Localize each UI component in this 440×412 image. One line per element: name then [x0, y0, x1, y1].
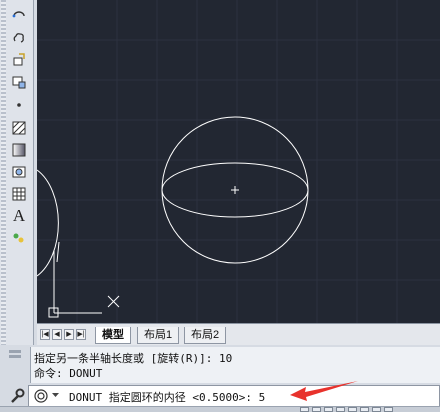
history-line: 命令: DONUT	[34, 367, 103, 380]
multiline-text-icon[interactable]: A	[9, 206, 29, 226]
add-selected-icon[interactable]	[9, 228, 29, 248]
layout-tab-bar: |◀ ◀ ▶ ▶| 模型 布局1 布局2	[37, 323, 440, 346]
partial-circle-inner[interactable]	[56, 241, 60, 263]
red-arrow-annotation	[290, 381, 358, 401]
status-toggle[interactable]	[360, 407, 369, 412]
chevron-down-icon[interactable]	[52, 393, 59, 398]
toolbar-grip[interactable]	[1, 0, 6, 345]
command-window-grip[interactable]	[8, 349, 22, 381]
ucs-icon	[48, 250, 120, 318]
tab-layout2[interactable]: 布局2	[184, 327, 227, 344]
make-block-icon[interactable]	[9, 72, 29, 92]
gradient-icon[interactable]	[9, 140, 29, 160]
point-icon[interactable]	[9, 94, 29, 114]
last-tab-button[interactable]: ▶|	[76, 329, 86, 340]
status-toggle[interactable]	[348, 407, 357, 412]
status-toggle[interactable]	[312, 407, 321, 412]
command-history: 指定另一条半轴长度或 [旋转(R)]: 10 命令: DONUT	[30, 347, 440, 383]
command-line-window: 指定另一条半轴长度或 [旋转(R)]: 10 命令: DONUT DONUT 指…	[0, 345, 440, 412]
status-toggle[interactable]	[336, 407, 345, 412]
first-tab-button[interactable]: |◀	[40, 329, 50, 340]
history-line: 指定另一条半轴长度或 [旋转(R)]: 10	[34, 352, 233, 365]
grid-lines	[37, 0, 440, 323]
status-toggle[interactable]	[384, 407, 393, 412]
status-toggle[interactable]	[300, 407, 309, 412]
region-icon[interactable]	[9, 162, 29, 182]
ellipse-arc-icon[interactable]	[9, 6, 29, 26]
autocad-window: A |◀ ◀ ▶ ▶| 模型 布局1 布局2 指定另一条半轴长度或 [旋转(R)…	[0, 0, 440, 412]
prev-tab-button[interactable]: ◀	[52, 329, 62, 340]
partial-circle[interactable]	[37, 169, 59, 277]
next-tab-button[interactable]: ▶	[64, 329, 74, 340]
status-toggle[interactable]	[324, 407, 333, 412]
command-prompt: DONUT 指定圆环的内径 <0.5000>: 5	[69, 391, 266, 404]
status-toggle[interactable]	[372, 407, 381, 412]
command-input[interactable]: DONUT 指定圆环的内径 <0.5000>: 5	[28, 385, 440, 407]
revision-cloud-icon[interactable]	[9, 28, 29, 48]
insert-block-icon[interactable]	[9, 50, 29, 70]
table-icon[interactable]	[9, 184, 29, 204]
center-crosshair	[231, 186, 239, 194]
tab-layout1[interactable]: 布局1	[137, 327, 180, 344]
donut-command-icon[interactable]	[34, 389, 50, 403]
tab-model[interactable]: 模型	[95, 327, 131, 344]
drawing-canvas[interactable]	[37, 0, 440, 323]
hatch-icon[interactable]	[9, 118, 29, 138]
draw-toolbar: A	[0, 0, 34, 345]
wrench-icon[interactable]	[8, 387, 26, 405]
